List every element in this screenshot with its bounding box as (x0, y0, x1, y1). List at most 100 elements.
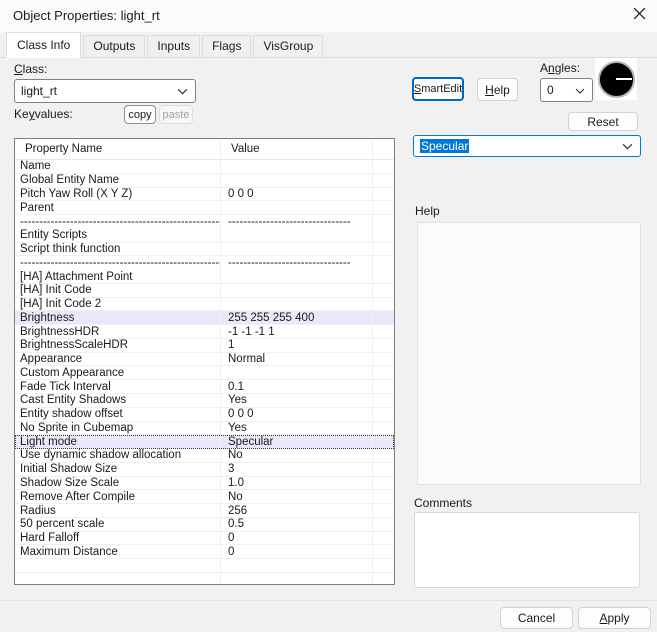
property-row[interactable]: Maximum Distance0 (15, 545, 394, 559)
comments-label: Comments (414, 496, 472, 510)
tab-inputs[interactable]: Inputs (147, 35, 200, 57)
property-extra-cell (373, 504, 394, 517)
property-extra-cell (373, 408, 394, 421)
reset-button[interactable]: Reset (568, 112, 638, 131)
keyvalues-label: Keyvalues: (14, 107, 73, 121)
property-extra-cell (373, 174, 394, 187)
property-extra-cell (373, 201, 394, 214)
property-row[interactable]: Global Entity Name (15, 174, 394, 188)
class-label: Class: (14, 62, 47, 76)
chevron-down-icon (622, 139, 633, 153)
property-row[interactable]: AppearanceNormal (15, 353, 394, 367)
property-row[interactable]: Custom Appearance (15, 366, 394, 380)
property-row[interactable]: Fade Tick Interval0.1 (15, 380, 394, 394)
property-name-cell: Script think function (15, 243, 221, 256)
property-name-cell (15, 559, 221, 572)
property-row[interactable]: Entity shadow offset0 0 0 (15, 408, 394, 422)
light-mode-combobox[interactable]: Specular (413, 135, 641, 157)
property-extra-cell (373, 256, 394, 270)
property-value-cell: -------------------------------- (221, 215, 373, 229)
property-value-cell (221, 284, 373, 297)
class-combobox[interactable]: light_rt (14, 79, 196, 103)
property-row[interactable]: Light modeSpecular (15, 435, 394, 449)
property-row[interactable]: Remove After CompileNo (15, 490, 394, 504)
property-name-cell: [HA] Attachment Point (15, 270, 221, 283)
property-extra-cell (373, 380, 394, 393)
property-value-cell: Yes (221, 394, 373, 407)
property-name-cell: Radius (15, 504, 221, 517)
property-row[interactable]: Radius256 (15, 504, 394, 518)
property-extra-cell (373, 545, 394, 558)
property-row[interactable]: Use dynamic shadow allocationNo (15, 449, 394, 463)
property-row[interactable]: [HA] Attachment Point (15, 270, 394, 284)
property-row[interactable]: Entity Scripts (15, 229, 394, 243)
close-button[interactable] (630, 7, 648, 25)
property-row[interactable]: Script think function (15, 243, 394, 257)
property-value-cell: 0.5 (221, 518, 373, 531)
property-row[interactable]: Pitch Yaw Roll (X Y Z)0 0 0 (15, 188, 394, 202)
property-extra-cell (373, 270, 394, 283)
property-value-cell: 255 255 255 400 (221, 311, 373, 324)
property-row[interactable]: No Sprite in CubemapYes (15, 422, 394, 436)
property-row[interactable]: 50 percent scale0.5 (15, 518, 394, 532)
comments-textarea[interactable] (414, 512, 640, 588)
property-row[interactable] (15, 559, 394, 573)
property-value-cell (221, 366, 373, 379)
property-extra-cell (373, 518, 394, 531)
property-name-cell: BrightnessHDR (15, 325, 221, 338)
copy-button[interactable]: copy (124, 105, 156, 124)
property-name-cell: Maximum Distance (15, 545, 221, 558)
property-row[interactable]: [HA] Init Code 2 (15, 298, 394, 312)
property-row[interactable]: Initial Shadow Size3 (15, 463, 394, 477)
class-combobox-value: light_rt (21, 84, 57, 98)
property-grid-header: Property Name Value (15, 139, 394, 160)
property-name-cell: [HA] Init Code 2 (15, 298, 221, 311)
property-value-cell: 1.0 (221, 477, 373, 490)
property-extra-cell (373, 435, 394, 448)
property-extra-cell (373, 463, 394, 476)
property-name-cell: Custom Appearance (15, 366, 221, 379)
property-name-cell: Pitch Yaw Roll (X Y Z) (15, 188, 221, 201)
property-name-cell: Shadow Size Scale (15, 477, 221, 490)
property-row[interactable]: Parent (15, 201, 394, 215)
property-row[interactable]: BrightnessScaleHDR1 (15, 339, 394, 353)
property-row[interactable]: Cast Entity ShadowsYes (15, 394, 394, 408)
property-row[interactable]: BrightnessHDR-1 -1 -1 1 (15, 325, 394, 339)
close-icon (633, 7, 646, 25)
property-row[interactable]: Shadow Size Scale1.0 (15, 477, 394, 491)
tab-class-info[interactable]: Class Info (6, 32, 81, 58)
help-button[interactable]: Help (477, 78, 518, 101)
angle-dial[interactable] (595, 58, 637, 100)
column-header-value: Value (221, 139, 373, 159)
property-row[interactable]: Name (15, 160, 394, 174)
property-name-cell: Brightness (15, 311, 221, 324)
angles-combobox-value: 0 (547, 83, 554, 97)
tab-outputs[interactable]: Outputs (83, 35, 145, 57)
property-row[interactable]: Brightness255 255 255 400 (15, 311, 394, 325)
cancel-button[interactable]: Cancel (500, 607, 573, 629)
property-row[interactable] (15, 573, 394, 585)
property-name-cell: Parent (15, 201, 221, 214)
tab-flags[interactable]: Flags (202, 35, 251, 57)
property-value-cell: 0.1 (221, 380, 373, 393)
paste-button[interactable]: paste (159, 105, 193, 124)
property-value-cell (221, 270, 373, 283)
property-extra-cell (373, 559, 394, 572)
property-row[interactable]: [HA] Init Code (15, 284, 394, 298)
smartedit-button[interactable]: SmartEdit (412, 77, 464, 101)
column-header-extra (373, 139, 394, 159)
property-extra-cell (373, 160, 394, 173)
property-grid-body: NameGlobal Entity NamePitch Yaw Roll (X … (15, 160, 394, 585)
angles-combobox[interactable]: 0 (540, 78, 593, 102)
apply-button[interactable]: Apply (578, 607, 651, 629)
property-value-cell: -------------------------------- (221, 256, 373, 270)
property-name-cell: Appearance (15, 353, 221, 366)
property-value-cell: 0 (221, 532, 373, 545)
tab-visgroup[interactable]: VisGroup (253, 35, 323, 57)
property-value-cell: Specular (221, 435, 373, 448)
property-name-cell: Name (15, 160, 221, 173)
property-row[interactable]: Hard Falloff0 (15, 532, 394, 546)
property-extra-cell (373, 422, 394, 435)
property-value-cell (221, 229, 373, 242)
property-value-cell: 0 0 0 (221, 408, 373, 421)
